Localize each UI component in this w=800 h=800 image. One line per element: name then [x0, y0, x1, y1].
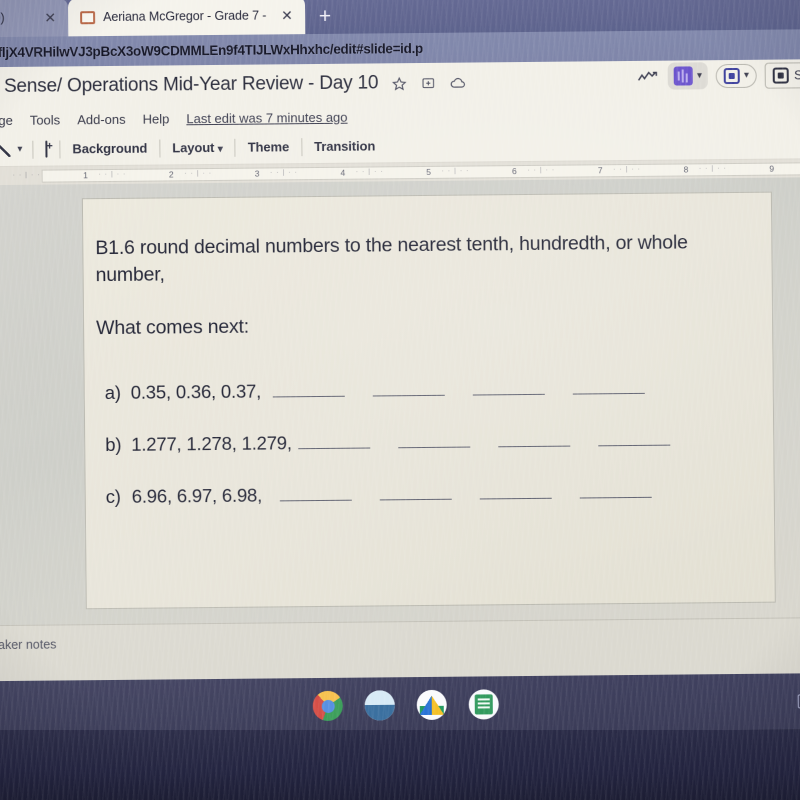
sheets-icon[interactable]: [468, 689, 499, 720]
toolbar-divider: [234, 138, 236, 157]
puzzle-extension-icon: [673, 66, 694, 86]
background-button[interactable]: Background: [63, 138, 156, 160]
chromebook-screen: y 9) ✕ Aeriana McGregor - Grade 7 - Nu ✕…: [0, 0, 800, 738]
line-tool-button[interactable]: ▾: [0, 141, 30, 158]
classroom-icon[interactable]: [364, 690, 395, 721]
slide-canvas[interactable]: B1.6 round decimal numbers to the neares…: [81, 191, 776, 610]
menu-item-addons[interactable]: Add-ons: [77, 111, 126, 126]
line-icon: [0, 141, 11, 158]
cloud-saved-icon[interactable]: [450, 76, 466, 89]
insert-image-button[interactable]: [36, 139, 56, 160]
ruler-tick: 9: [729, 163, 800, 174]
answer-blank[interactable]: [379, 484, 453, 501]
answer-blank[interactable]: [297, 433, 370, 449]
answer-blank[interactable]: [397, 432, 470, 448]
toolbar-divider: [159, 139, 161, 158]
present-icon: [723, 67, 741, 84]
transition-button[interactable]: Transition: [305, 135, 384, 157]
chevron-down-icon: ▾: [217, 143, 223, 155]
browser-tab-active[interactable]: Aeriana McGregor - Grade 7 - Nu ✕: [67, 0, 306, 37]
answer-blanks: [297, 430, 698, 449]
drive-icon[interactable]: [416, 689, 447, 721]
slides-app: r Sense/ Operations Mid-Year Review - Da…: [0, 59, 800, 682]
question-item[interactable]: b) 1.277, 1.278, 1.279,: [97, 428, 743, 456]
close-icon[interactable]: ✕: [38, 10, 56, 26]
answer-blank[interactable]: [597, 430, 670, 447]
question-sequence: 1.277, 1.278, 1.279,: [131, 431, 292, 455]
answer-blank[interactable]: [479, 483, 553, 500]
answer-blanks: [279, 482, 680, 502]
menu-item-tools[interactable]: Tools: [30, 112, 61, 127]
answer-blank[interactable]: [272, 381, 346, 398]
url-text: 1fljX4VRHilwVJ3pBcX3oW9CDMMLEn9f4TIJLWxH…: [0, 40, 424, 60]
document-title-row: r Sense/ Operations Mid-Year Review - Da…: [0, 59, 800, 107]
insert-image-icon: [45, 140, 48, 158]
answer-blank[interactable]: [372, 380, 446, 397]
menu-item-arrange[interactable]: nge: [0, 112, 13, 127]
answer-blanks: [272, 378, 673, 398]
layout-button-label: Layout: [172, 139, 215, 156]
photo-of-screen: y 9) ✕ Aeriana McGregor - Grade 7 - Nu ✕…: [0, 0, 800, 800]
toolbar-right-group: ▾ ▾ S: [638, 61, 800, 90]
chevron-down-icon: ▾: [743, 69, 750, 81]
slide-editor-canvas[interactable]: B1.6 round decimal numbers to the neares…: [0, 177, 800, 626]
trendline-icon[interactable]: [638, 69, 660, 83]
speaker-notes-panel[interactable]: peaker notes: [0, 617, 800, 682]
chrome-icon[interactable]: [312, 690, 343, 722]
toolbar-divider: [59, 139, 61, 158]
chevron-down-icon: ▾: [696, 70, 703, 82]
question-label: c): [105, 485, 121, 507]
os-shelf: [0, 673, 800, 738]
browser-tab-background[interactable]: y 9) ✕: [0, 0, 69, 38]
share-button[interactable]: S: [764, 61, 800, 89]
answer-blank[interactable]: [497, 431, 570, 448]
answer-blank[interactable]: [472, 379, 546, 396]
question-label: b): [105, 433, 122, 455]
tab-title-background: y 9): [0, 11, 5, 26]
page-title[interactable]: r Sense/ Operations Mid-Year Review - Da…: [0, 72, 378, 98]
title-icon-group: [392, 75, 466, 91]
question-sequence: 6.96, 6.97, 6.98,: [131, 484, 263, 507]
answer-blank[interactable]: [279, 485, 353, 502]
layout-button[interactable]: Layout ▾: [163, 137, 232, 159]
lock-share-icon: [772, 66, 790, 84]
question-item[interactable]: c) 6.96, 6.97, 6.98,: [98, 480, 744, 508]
share-button-label: S: [793, 67, 800, 83]
speaker-notes-placeholder: peaker notes: [0, 637, 57, 653]
slide-prompt-text[interactable]: What comes next:: [96, 309, 742, 342]
chevron-down-icon: ▾: [17, 143, 23, 155]
toolbar-divider: [32, 140, 34, 159]
last-edit-link[interactable]: Last edit was 7 minutes ago: [186, 109, 347, 126]
star-icon[interactable]: [392, 76, 407, 91]
menu-item-help[interactable]: Help: [143, 111, 170, 126]
tab-title-active: Aeriana McGregor - Grade 7 - Nu: [103, 8, 267, 25]
question-label: a): [104, 381, 121, 403]
close-icon[interactable]: ✕: [275, 7, 293, 23]
question-item[interactable]: a) 0.35, 0.36, 0.37,: [97, 376, 743, 404]
theme-button[interactable]: Theme: [239, 136, 299, 158]
slide-lead-text[interactable]: B1.6 round decimal numbers to the neares…: [95, 229, 741, 289]
extension-button[interactable]: ▾: [667, 62, 709, 90]
new-tab-button[interactable]: +: [319, 5, 331, 28]
slides-favicon-icon: [80, 10, 96, 24]
toolbar-divider: [301, 137, 303, 156]
question-sequence: 0.35, 0.36, 0.37,: [130, 380, 262, 403]
answer-blank[interactable]: [579, 482, 653, 499]
answer-blank[interactable]: [572, 378, 646, 395]
laptop-bezel: [0, 730, 800, 800]
move-to-folder-icon[interactable]: [421, 76, 436, 90]
present-button[interactable]: ▾: [715, 63, 758, 88]
